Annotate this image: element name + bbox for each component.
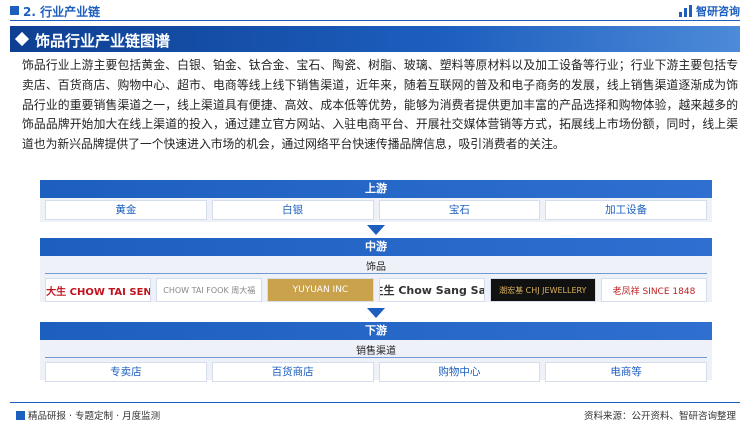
- top-bar: 2. 行业产业链 智研咨询: [0, 0, 750, 22]
- midstream-divider: [45, 273, 707, 274]
- upstream-item: 黄金: [45, 200, 207, 220]
- title-banner: 饰品行业产业链图谱: [10, 26, 740, 52]
- logo-text: 智研咨询: [696, 5, 740, 18]
- section-marker: [10, 6, 19, 15]
- logo-bars-icon: [679, 5, 693, 17]
- footer-divider: [10, 402, 740, 403]
- footer-left: 精品研报 · 专题定制 · 月度监测: [16, 408, 160, 422]
- arrow-down-icon: [367, 308, 385, 318]
- downstream-heading: 下游: [40, 322, 712, 340]
- footer-tagline: 精品研报 · 专题定制 · 月度监测: [28, 411, 161, 422]
- upstream-heading: 上游: [40, 180, 712, 198]
- section-title: 2. 行业产业链: [23, 5, 101, 19]
- brand-logo-yuyuan: YUYUAN INC: [267, 278, 374, 302]
- downstream-sublabel: 销售渠道: [356, 346, 396, 357]
- brand-logo-chow-tai-fook: CHOW TAI FOOK 周大福: [156, 278, 263, 302]
- upstream-item: 白银: [211, 200, 374, 220]
- downstream-item: 百货商店: [211, 362, 374, 382]
- description-paragraph: 饰品行业上游主要包括黄金、白银、铂金、钛合金、宝石、陶瓷、树脂、玻璃、塑料等原材…: [22, 58, 738, 152]
- page-title: 饰品行业产业链图谱: [35, 32, 171, 50]
- downstream-panel: 下游 销售渠道 专卖店 百货商店 购物中心 电商等: [40, 322, 712, 382]
- downstream-divider: [45, 357, 707, 358]
- brand-logo-lao-feng-xiang: 老凤祥 SINCE 1848: [600, 278, 708, 302]
- downstream-item: 专卖店: [45, 362, 207, 382]
- footer-mark-icon: [16, 410, 25, 420]
- brand-logo: 智研咨询: [679, 3, 740, 19]
- downstream-item: 购物中心: [378, 362, 541, 382]
- upstream-item: 加工设备: [545, 200, 707, 220]
- footer: 精品研报 · 专题定制 · 月度监测 资料来源：公开资料、智研咨询整理: [0, 402, 750, 423]
- brand-logo-chow-tai-seng: 周大生 CHOW TAI SENG: [45, 278, 152, 302]
- top-divider: [10, 20, 740, 21]
- midstream-heading: 中游: [40, 238, 712, 256]
- data-source: 资料来源：公开资料、智研咨询整理: [583, 411, 736, 422]
- downstream-item: 电商等: [545, 362, 707, 382]
- diamond-icon: [14, 31, 30, 47]
- midstream-panel: 中游 饰品 周大生 CHOW TAI SENG CHOW TAI FOOK 周大…: [40, 238, 712, 302]
- arrow-down-icon: [367, 225, 385, 235]
- upstream-panel: 上游 黄金 白银 宝石 加工设备: [40, 180, 712, 222]
- upstream-item: 宝石: [378, 200, 541, 220]
- brand-logo-chj: 潮宏基 CHJ JEWELLERY: [489, 278, 596, 302]
- midstream-sublabel: 饰品: [366, 262, 386, 273]
- brand-logo-chow-sang-sang: 周生生 Chow Sang Sang: [378, 278, 485, 302]
